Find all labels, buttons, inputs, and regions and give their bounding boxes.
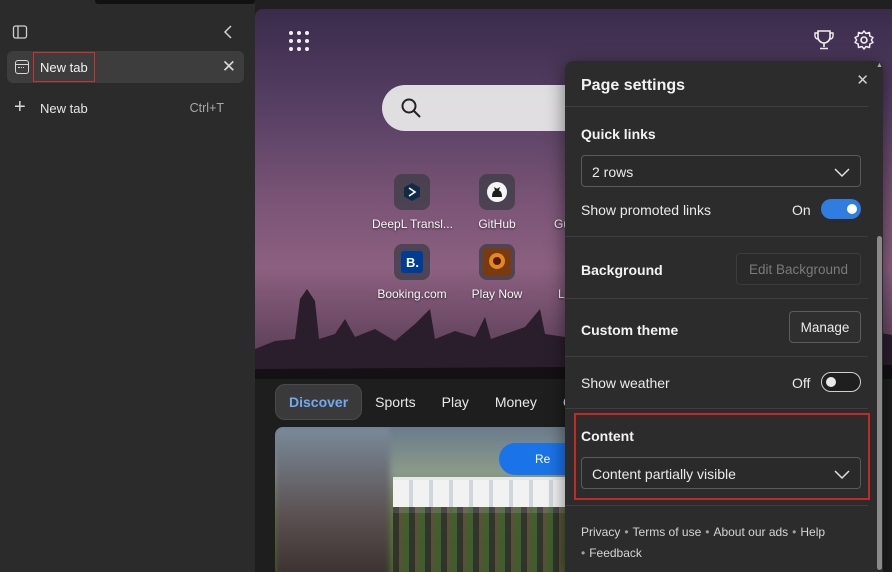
weather-toggle[interactable]	[821, 372, 861, 392]
panel-scrollbar[interactable]	[877, 236, 882, 570]
search-icon	[400, 97, 422, 124]
scroll-up-arrow-icon[interactable]: ▲	[876, 62, 883, 69]
quick-link-github[interactable]: GitHub	[457, 174, 537, 231]
quick-link-partial[interactable]: L	[530, 244, 570, 301]
divider	[565, 298, 868, 299]
blurred-crowd-image	[275, 427, 390, 572]
feed-tab-money[interactable]: Money	[482, 384, 550, 420]
feed-tab-sports[interactable]: Sports	[362, 384, 428, 420]
new-tab-favicon-icon	[15, 60, 29, 74]
panel-footer-links: Privacy • Terms of use • About our ads • Help …	[581, 525, 826, 560]
booking-icon: B.	[394, 244, 430, 280]
quick-link-partial[interactable]: Gu	[530, 174, 570, 231]
privacy-link[interactable]: Privacy	[581, 525, 620, 539]
quick-link-label: Play Now	[471, 287, 523, 301]
background-heading: Background	[581, 262, 663, 278]
divider	[565, 408, 868, 409]
chevron-down-icon	[834, 467, 850, 483]
terms-link[interactable]: Terms of use	[633, 525, 702, 539]
chevron-down-icon	[834, 165, 850, 181]
quick-link-label: GitHub	[478, 217, 516, 231]
deepl-icon	[394, 174, 430, 210]
close-tab-icon[interactable]: ✕	[222, 57, 236, 77]
close-panel-icon[interactable]: ✕	[856, 71, 869, 89]
feed-tab-discover[interactable]: Discover	[275, 384, 363, 420]
refresh-label: Re	[535, 452, 551, 466]
divider	[565, 106, 868, 107]
vertical-tabs-sidebar: New tab ✕ + New tab Ctrl+T	[0, 0, 255, 572]
content-heading: Content	[581, 428, 634, 444]
custom-theme-heading: Custom theme	[581, 322, 679, 338]
game-icon	[479, 244, 515, 280]
apps-launcher-icon[interactable]	[289, 31, 309, 51]
panel-title: Page settings	[581, 77, 686, 94]
new-tab-label: New tab	[40, 101, 88, 116]
weather-state: Off	[792, 375, 811, 391]
rewards-trophy-icon[interactable]	[813, 29, 835, 56]
manage-theme-button[interactable]: Manage	[789, 311, 861, 343]
quick-link-label: L	[558, 287, 565, 301]
feed-tab-play[interactable]: Play	[429, 384, 482, 420]
github-icon	[479, 174, 515, 210]
quick-link-label: Booking.com	[377, 287, 447, 301]
divider	[565, 356, 868, 357]
divider	[565, 236, 868, 237]
about-ads-link[interactable]: About our ads	[713, 525, 788, 539]
quick-link-label: Gu	[554, 217, 570, 231]
new-tab-shortcut: Ctrl+T	[189, 101, 224, 115]
divider	[565, 505, 868, 506]
plus-icon: +	[14, 96, 26, 118]
tab-actions-icon[interactable]	[12, 24, 28, 40]
quick-link-booking[interactable]: B. Booking.com	[372, 244, 452, 301]
feed-tabs: Discover Sports Play Money G	[275, 384, 587, 420]
feedback-link[interactable]: Feedback	[589, 546, 642, 560]
new-tab-button[interactable]: + New tab Ctrl+T	[7, 93, 244, 123]
collapse-sidebar-icon[interactable]	[222, 24, 236, 40]
show-weather-label: Show weather	[581, 375, 670, 391]
help-link[interactable]: Help	[800, 525, 825, 539]
show-promoted-links-label: Show promoted links	[581, 202, 711, 218]
promoted-links-toggle[interactable]	[821, 199, 861, 219]
quick-links-heading: Quick links	[581, 126, 656, 142]
promoted-links-state: On	[792, 202, 811, 218]
browser-window: New tab ✕ + New tab Ctrl+T DeepL Transl.…	[0, 0, 892, 572]
quick-link-play-now[interactable]: Play Now	[457, 244, 537, 301]
page-settings-gear-icon[interactable]	[853, 29, 875, 56]
content-visibility-dropdown[interactable]: Content partially visible	[581, 457, 861, 489]
svg-text:B.: B.	[406, 255, 419, 270]
quick-links-rows-dropdown[interactable]: 2 rows	[581, 155, 861, 187]
quick-link-label: DeepL Transl...	[372, 217, 453, 231]
tab-title: New tab	[33, 52, 95, 82]
tab-new-tab-active[interactable]: New tab ✕	[7, 51, 244, 83]
rows-value: 2 rows	[592, 164, 634, 180]
window-top-strip	[95, 0, 255, 4]
content-value: Content partially visible	[592, 466, 736, 482]
page-settings-panel: Page settings ✕ Quick links 2 rows Show …	[565, 61, 883, 572]
quick-link-deepl[interactable]: DeepL Transl...	[372, 174, 453, 231]
crowd-image	[393, 507, 575, 572]
edit-background-button[interactable]: Edit Background	[736, 253, 861, 285]
